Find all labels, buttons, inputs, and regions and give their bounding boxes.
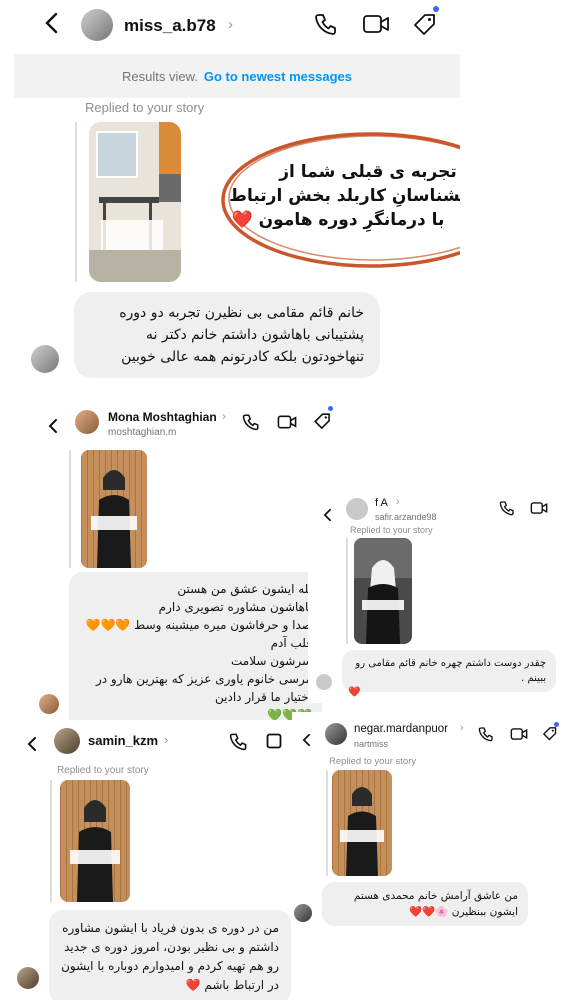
chat-panel-4: samin_kzm › Replied to your story من در … — [0, 720, 300, 1000]
replied-label: Replied to your story — [329, 756, 417, 767]
tag-icon[interactable] — [542, 726, 558, 747]
chat-panel-2: Mona Moshtaghian › moshtaghian.m بله ایش… — [30, 396, 345, 720]
replied-label: Replied to your story — [85, 100, 205, 115]
quote-bar — [50, 780, 52, 902]
phone-icon[interactable] — [229, 732, 248, 756]
handle: nartmiss — [354, 739, 389, 749]
tag-icon[interactable] — [412, 12, 438, 43]
tag-icon[interactable] — [313, 412, 332, 436]
username[interactable]: miss_a.b78 — [124, 16, 216, 36]
handle: moshtaghian.m — [108, 427, 177, 438]
message-bubble: چقدر دوست داشتم چهره خانم قائم مقامی رو … — [342, 650, 556, 692]
chat-header: samin_kzm › — [0, 726, 300, 760]
results-text: Results view. — [122, 68, 198, 84]
chevron-right-icon: › — [222, 409, 226, 423]
message-bubble: من عاشق آرامش خانم محمدی هستم ایشون ببنظ… — [322, 882, 528, 926]
back-arrow-icon[interactable] — [302, 727, 311, 753]
avatar[interactable] — [325, 723, 347, 745]
chevron-right-icon: › — [164, 732, 169, 747]
chat-header: negar.mardanpuor › nartmiss — [292, 720, 563, 750]
chat-header: f A › safir.arzande98 — [308, 496, 563, 526]
avatar[interactable] — [316, 674, 332, 690]
avatar[interactable] — [31, 345, 59, 373]
notification-dot — [554, 722, 559, 727]
quote-bar — [75, 122, 77, 282]
username[interactable]: Mona Moshtaghian — [108, 410, 217, 424]
quote-bar — [69, 450, 71, 568]
quote-bar — [326, 770, 328, 876]
chevron-right-icon: › — [228, 16, 233, 33]
chat-panel-1: miss_a.b78 › Results view. Go to newest … — [14, 0, 460, 386]
back-arrow-icon[interactable] — [44, 12, 58, 40]
chat-header: Mona Moshtaghian › moshtaghian.m — [30, 406, 345, 442]
story-thumbnail[interactable] — [89, 122, 181, 282]
avatar[interactable] — [75, 410, 99, 434]
message-bubble: بله ایشون عشق من هستن باهاشون مشاوره تصو… — [69, 572, 322, 720]
chat-header: miss_a.b78 › — [14, 6, 460, 46]
chevron-right-icon: › — [396, 496, 400, 508]
video-call-icon[interactable] — [510, 727, 528, 746]
phone-icon[interactable] — [314, 12, 338, 41]
phone-icon[interactable] — [478, 726, 494, 747]
video-call-icon[interactable] — [266, 733, 282, 754]
quote-bar — [346, 538, 348, 644]
chevron-right-icon: › — [460, 722, 464, 734]
video-call-icon[interactable] — [362, 13, 390, 40]
replied-label: Replied to your story — [350, 525, 433, 535]
story-thumbnail[interactable] — [60, 780, 130, 902]
phone-icon[interactable] — [499, 500, 515, 521]
back-arrow-icon[interactable] — [27, 732, 37, 758]
avatar[interactable] — [54, 728, 80, 754]
avatar[interactable] — [294, 904, 312, 922]
avatar[interactable] — [81, 9, 113, 41]
story-thumbnail[interactable] — [354, 538, 412, 644]
video-call-icon[interactable] — [530, 501, 548, 520]
message-bubble: من در دوره ی بدون فریاد با ایشون مشاوره … — [49, 910, 291, 1000]
avatar[interactable] — [346, 498, 368, 520]
username[interactable]: samin_kzm — [88, 733, 158, 748]
back-arrow-icon[interactable] — [323, 502, 332, 528]
avatar[interactable] — [39, 694, 59, 714]
back-arrow-icon[interactable] — [48, 414, 58, 440]
avatar[interactable] — [17, 967, 39, 989]
video-call-icon[interactable] — [277, 414, 297, 435]
annotation-text: تجربه ی قبلی شما از روانشناسانِ کاربلد ب… — [229, 162, 460, 230]
phone-icon[interactable] — [242, 413, 260, 436]
story-thumbnail[interactable] — [81, 450, 147, 568]
notification-dot — [433, 6, 439, 12]
newest-messages-link[interactable]: Go to newest messages — [204, 69, 352, 84]
notification-dot — [328, 406, 333, 411]
handle: safir.arzande98 — [375, 512, 437, 522]
heart-reaction: ❤️ — [348, 687, 361, 698]
results-banner: Results view. Go to newest messages — [14, 54, 460, 98]
username[interactable]: f A — [375, 497, 388, 509]
chat-panel-5: negar.mardanpuor › nartmiss Replied to y… — [292, 712, 563, 932]
chat-panel-3: f A › safir.arzande98 Replied to your st… — [308, 488, 563, 703]
username[interactable]: negar.mardanpuor — [354, 723, 448, 735]
replied-label: Replied to your story — [57, 765, 149, 776]
story-thumbnail[interactable] — [332, 770, 392, 876]
message-bubble: خانم قائم مقامی بی نظیرن تجربه دو دوره پ… — [74, 292, 380, 378]
